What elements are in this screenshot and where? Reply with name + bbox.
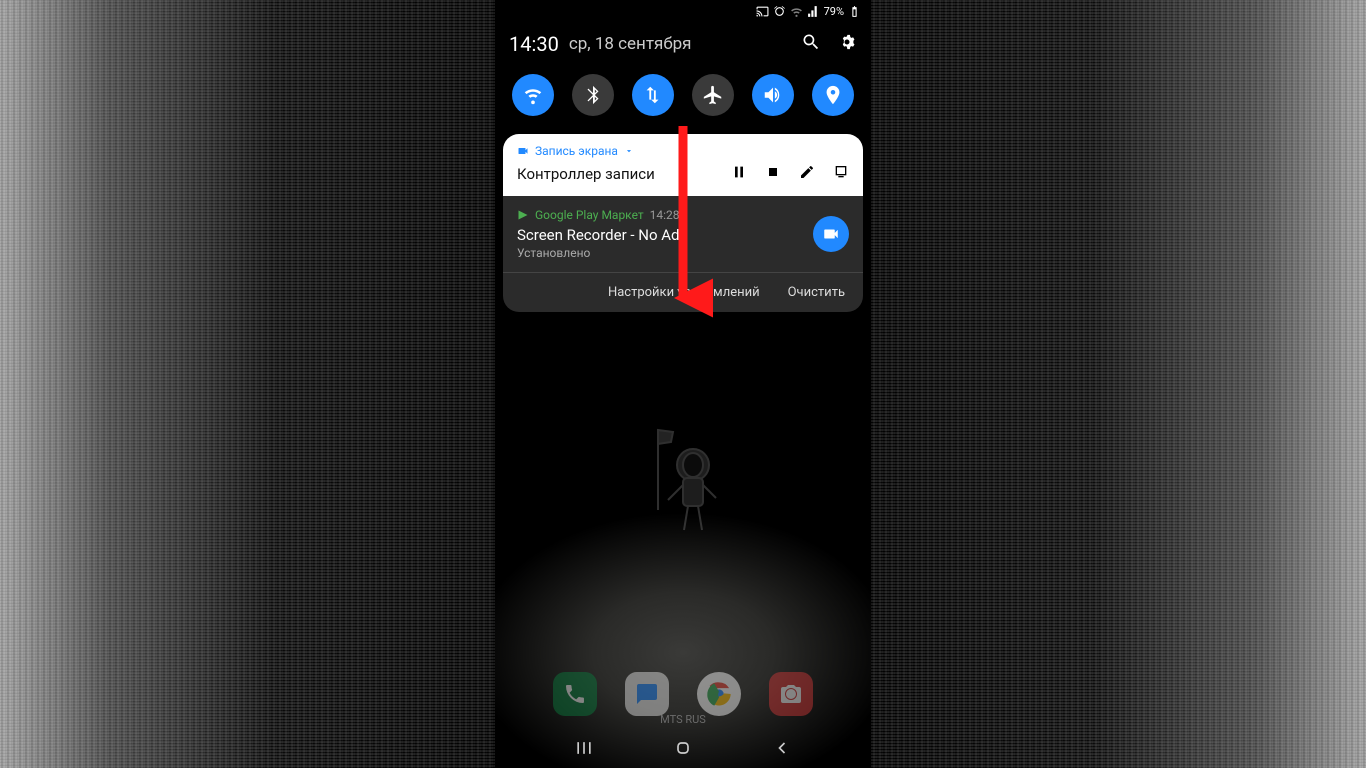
ns-header: 14:30 ср, 18 сентября — [495, 22, 871, 70]
phone-icon — [563, 682, 587, 706]
carrier-label: MTS RUS — [495, 713, 871, 726]
camera-icon — [779, 682, 803, 706]
notif-app-name: Запись экрана — [535, 144, 618, 158]
play-store-icon — [517, 209, 529, 221]
qs-airplane[interactable] — [692, 74, 734, 116]
settings-button[interactable] — [837, 32, 857, 56]
notif-app-badge[interactable] — [813, 216, 849, 252]
pause-button[interactable] — [731, 164, 747, 184]
qs-bluetooth[interactable] — [572, 74, 614, 116]
notif-title: Контроллер записи — [517, 165, 655, 183]
clear-all-button[interactable]: Очистить — [788, 285, 845, 300]
back-button[interactable] — [772, 738, 792, 762]
qs-mobile-data[interactable] — [632, 74, 674, 116]
notification-panel: Запись экрана Контроллер записи Google P… — [503, 134, 863, 312]
recents-icon — [574, 738, 594, 758]
qs-sound[interactable] — [752, 74, 794, 116]
dock-phone[interactable] — [553, 672, 597, 716]
notification-settings-button[interactable]: Настройки уведомлений — [608, 285, 760, 300]
navigation-bar — [495, 738, 871, 762]
dock-chrome[interactable] — [697, 672, 741, 716]
home-button[interactable] — [673, 738, 693, 762]
search-icon — [801, 32, 821, 52]
home-icon — [673, 738, 693, 758]
cast-icon — [756, 5, 769, 18]
videocam-icon — [517, 145, 529, 157]
recents-button[interactable] — [574, 738, 594, 762]
alarm-icon — [773, 5, 786, 18]
qs-wifi[interactable] — [512, 74, 554, 116]
battery-icon — [848, 5, 861, 18]
notification-screen-record[interactable]: Запись экрана Контроллер записи — [503, 134, 863, 196]
edit-button[interactable] — [799, 164, 815, 184]
qs-location[interactable] — [812, 74, 854, 116]
facecam-button[interactable] — [833, 164, 849, 184]
search-button[interactable] — [801, 32, 821, 56]
battery-percent: 79% — [824, 5, 844, 18]
videocam-icon — [822, 225, 840, 243]
dock — [495, 672, 871, 716]
notif-timestamp: 14:28 — [650, 208, 680, 222]
notification-play-store[interactable]: Google Play Маркет 14:28 Screen Recorder… — [503, 196, 863, 272]
sound-icon — [762, 84, 784, 106]
notification-footer: Настройки уведомлений Очистить — [503, 272, 863, 312]
notif-title: Screen Recorder - No Ads — [517, 226, 805, 244]
notif-app-name: Google Play Маркет — [535, 208, 644, 222]
status-bar: 79% — [495, 0, 871, 22]
pause-icon — [731, 164, 747, 180]
bluetooth-icon — [582, 84, 604, 106]
phone-frame: 79% 14:30 ср, 18 сентября Запись экрана … — [495, 0, 871, 768]
chrome-icon — [705, 680, 733, 708]
dock-camera[interactable] — [769, 672, 813, 716]
wallpaper-astronaut — [638, 420, 728, 554]
stop-button[interactable] — [765, 164, 781, 184]
signal-icon — [807, 5, 820, 18]
message-icon — [635, 682, 659, 706]
chevron-down-icon — [624, 146, 634, 156]
pencil-icon — [799, 164, 815, 180]
wifi-signal-icon — [790, 5, 803, 18]
mobile-data-icon — [642, 84, 664, 106]
dock-messages[interactable] — [625, 672, 669, 716]
clock-time: 14:30 — [509, 32, 559, 56]
gear-icon — [837, 32, 857, 52]
clock-date: ср, 18 сентября — [569, 34, 692, 54]
notif-subtitle: Установлено — [517, 246, 805, 260]
wifi-icon — [522, 84, 544, 106]
back-icon — [772, 738, 792, 758]
quick-settings-row — [495, 70, 871, 134]
facecam-icon — [833, 164, 849, 180]
stop-icon — [765, 164, 781, 180]
location-icon — [822, 84, 844, 106]
airplane-icon — [702, 84, 724, 106]
